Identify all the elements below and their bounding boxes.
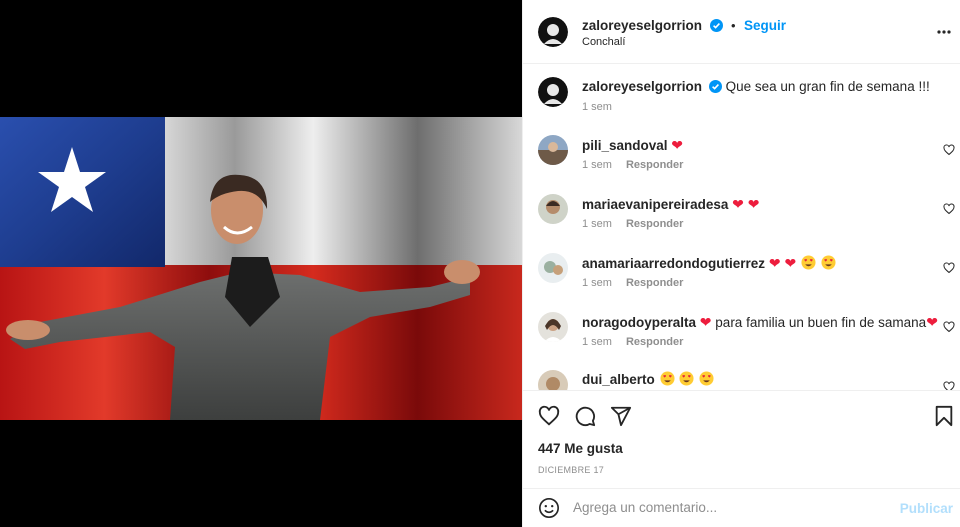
- heart-eyes-emoji-icon: [679, 371, 694, 386]
- publish-button[interactable]: Publicar: [900, 501, 953, 516]
- comment-item: mariaevanipereiradesa ❤ ❤ 1 sem Responder: [523, 194, 960, 246]
- reply-button[interactable]: Responder: [626, 277, 683, 289]
- heart-emoji-icon: ❤ ❤: [732, 196, 760, 212]
- likes-count[interactable]: 447 Me gusta: [538, 441, 623, 456]
- comments-list[interactable]: zaloreyeselgorrion Que sea un gran fin d…: [523, 65, 960, 390]
- comment-username[interactable]: mariaevanipereiradesa: [582, 197, 728, 212]
- comment-icon[interactable]: [574, 405, 596, 427]
- heart-emoji-icon: ❤: [926, 314, 938, 330]
- comment-like-icon[interactable]: [943, 321, 955, 333]
- comment-like-icon[interactable]: [943, 144, 955, 156]
- heart-emoji-icon: ❤ ❤: [768, 255, 797, 271]
- post-location[interactable]: Conchalí: [582, 36, 625, 48]
- follow-button[interactable]: Seguir: [744, 18, 786, 33]
- instagram-post-dialog: zaloreyeselgorrion • Seguir Conchalí zal…: [0, 0, 960, 527]
- reply-button[interactable]: Responder: [626, 218, 683, 230]
- author-username[interactable]: zaloreyeselgorrion: [582, 18, 702, 33]
- comment-username[interactable]: pili_sandoval: [582, 138, 668, 153]
- caption-avatar[interactable]: [538, 77, 568, 107]
- heart-eyes-emoji-icon: [801, 255, 816, 270]
- heart-icon[interactable]: [538, 405, 560, 427]
- post-actions: 447 Me gusta DICIEMBRE 17 Publicar: [523, 390, 960, 527]
- heart-emoji-icon: ❤: [699, 314, 712, 330]
- reply-button[interactable]: Responder: [626, 336, 683, 348]
- post-date: DICIEMBRE 17: [538, 465, 605, 475]
- caption-text: Que sea un gran fin de semana !!!: [725, 79, 930, 94]
- post-sidebar: zaloreyeselgorrion • Seguir Conchalí zal…: [522, 0, 960, 527]
- comment-item: pili_sandoval ❤ 1 sem Responder: [523, 135, 960, 187]
- comment-username[interactable]: anamariaarredondogutierrez: [582, 256, 765, 271]
- commenter-avatar[interactable]: [538, 194, 568, 224]
- comment-time: 1 sem: [582, 159, 612, 171]
- heart-eyes-emoji-icon: [821, 255, 836, 270]
- comment-time: 1 sem: [582, 218, 612, 230]
- post-caption: zaloreyeselgorrion Que sea un gran fin d…: [523, 77, 960, 127]
- heart-eyes-emoji-icon: [699, 371, 714, 386]
- comment-like-icon[interactable]: [943, 381, 955, 390]
- comment-like-icon[interactable]: [943, 262, 955, 274]
- commenter-avatar[interactable]: [538, 253, 568, 283]
- commenter-avatar[interactable]: [538, 135, 568, 165]
- caption-time: 1 sem: [582, 101, 612, 113]
- comment-text: para familia un buen fin de samana: [715, 315, 927, 330]
- comment-input[interactable]: [573, 500, 883, 515]
- reply-button[interactable]: Responder: [626, 159, 683, 171]
- commenter-avatar[interactable]: [538, 370, 568, 390]
- post-photo: [0, 117, 522, 420]
- post-header: zaloreyeselgorrion • Seguir Conchalí: [523, 0, 960, 64]
- comment-item: noragodoyperalta ❤ para familia un buen …: [523, 312, 960, 364]
- caption-username[interactable]: zaloreyeselgorrion: [582, 79, 702, 94]
- bookmark-icon[interactable]: [934, 405, 954, 427]
- comment-item: anamariaarredondogutierrez ❤ ❤ 1 sem Resp…: [523, 253, 960, 305]
- comment-time: 1 sem: [582, 277, 612, 289]
- separator-dot: •: [730, 18, 736, 33]
- author-avatar[interactable]: [538, 17, 568, 47]
- post-media[interactable]: [0, 0, 522, 527]
- emoji-icon[interactable]: [538, 497, 560, 519]
- add-comment-bar: Publicar: [523, 488, 960, 527]
- comment-item: dui_alberto: [523, 370, 960, 390]
- verified-badge-icon: [708, 80, 722, 93]
- commenter-avatar[interactable]: [538, 312, 568, 342]
- comment-username[interactable]: dui_alberto: [582, 372, 655, 387]
- share-icon[interactable]: [610, 405, 632, 427]
- more-horizontal-icon[interactable]: [937, 30, 951, 34]
- comment-like-icon[interactable]: [943, 203, 955, 215]
- verified-badge-icon: [709, 19, 723, 32]
- heart-emoji-icon: ❤: [671, 137, 684, 153]
- comment-time: 1 sem: [582, 336, 612, 348]
- comment-username[interactable]: noragodoyperalta: [582, 315, 696, 330]
- heart-eyes-emoji-icon: [660, 371, 675, 386]
